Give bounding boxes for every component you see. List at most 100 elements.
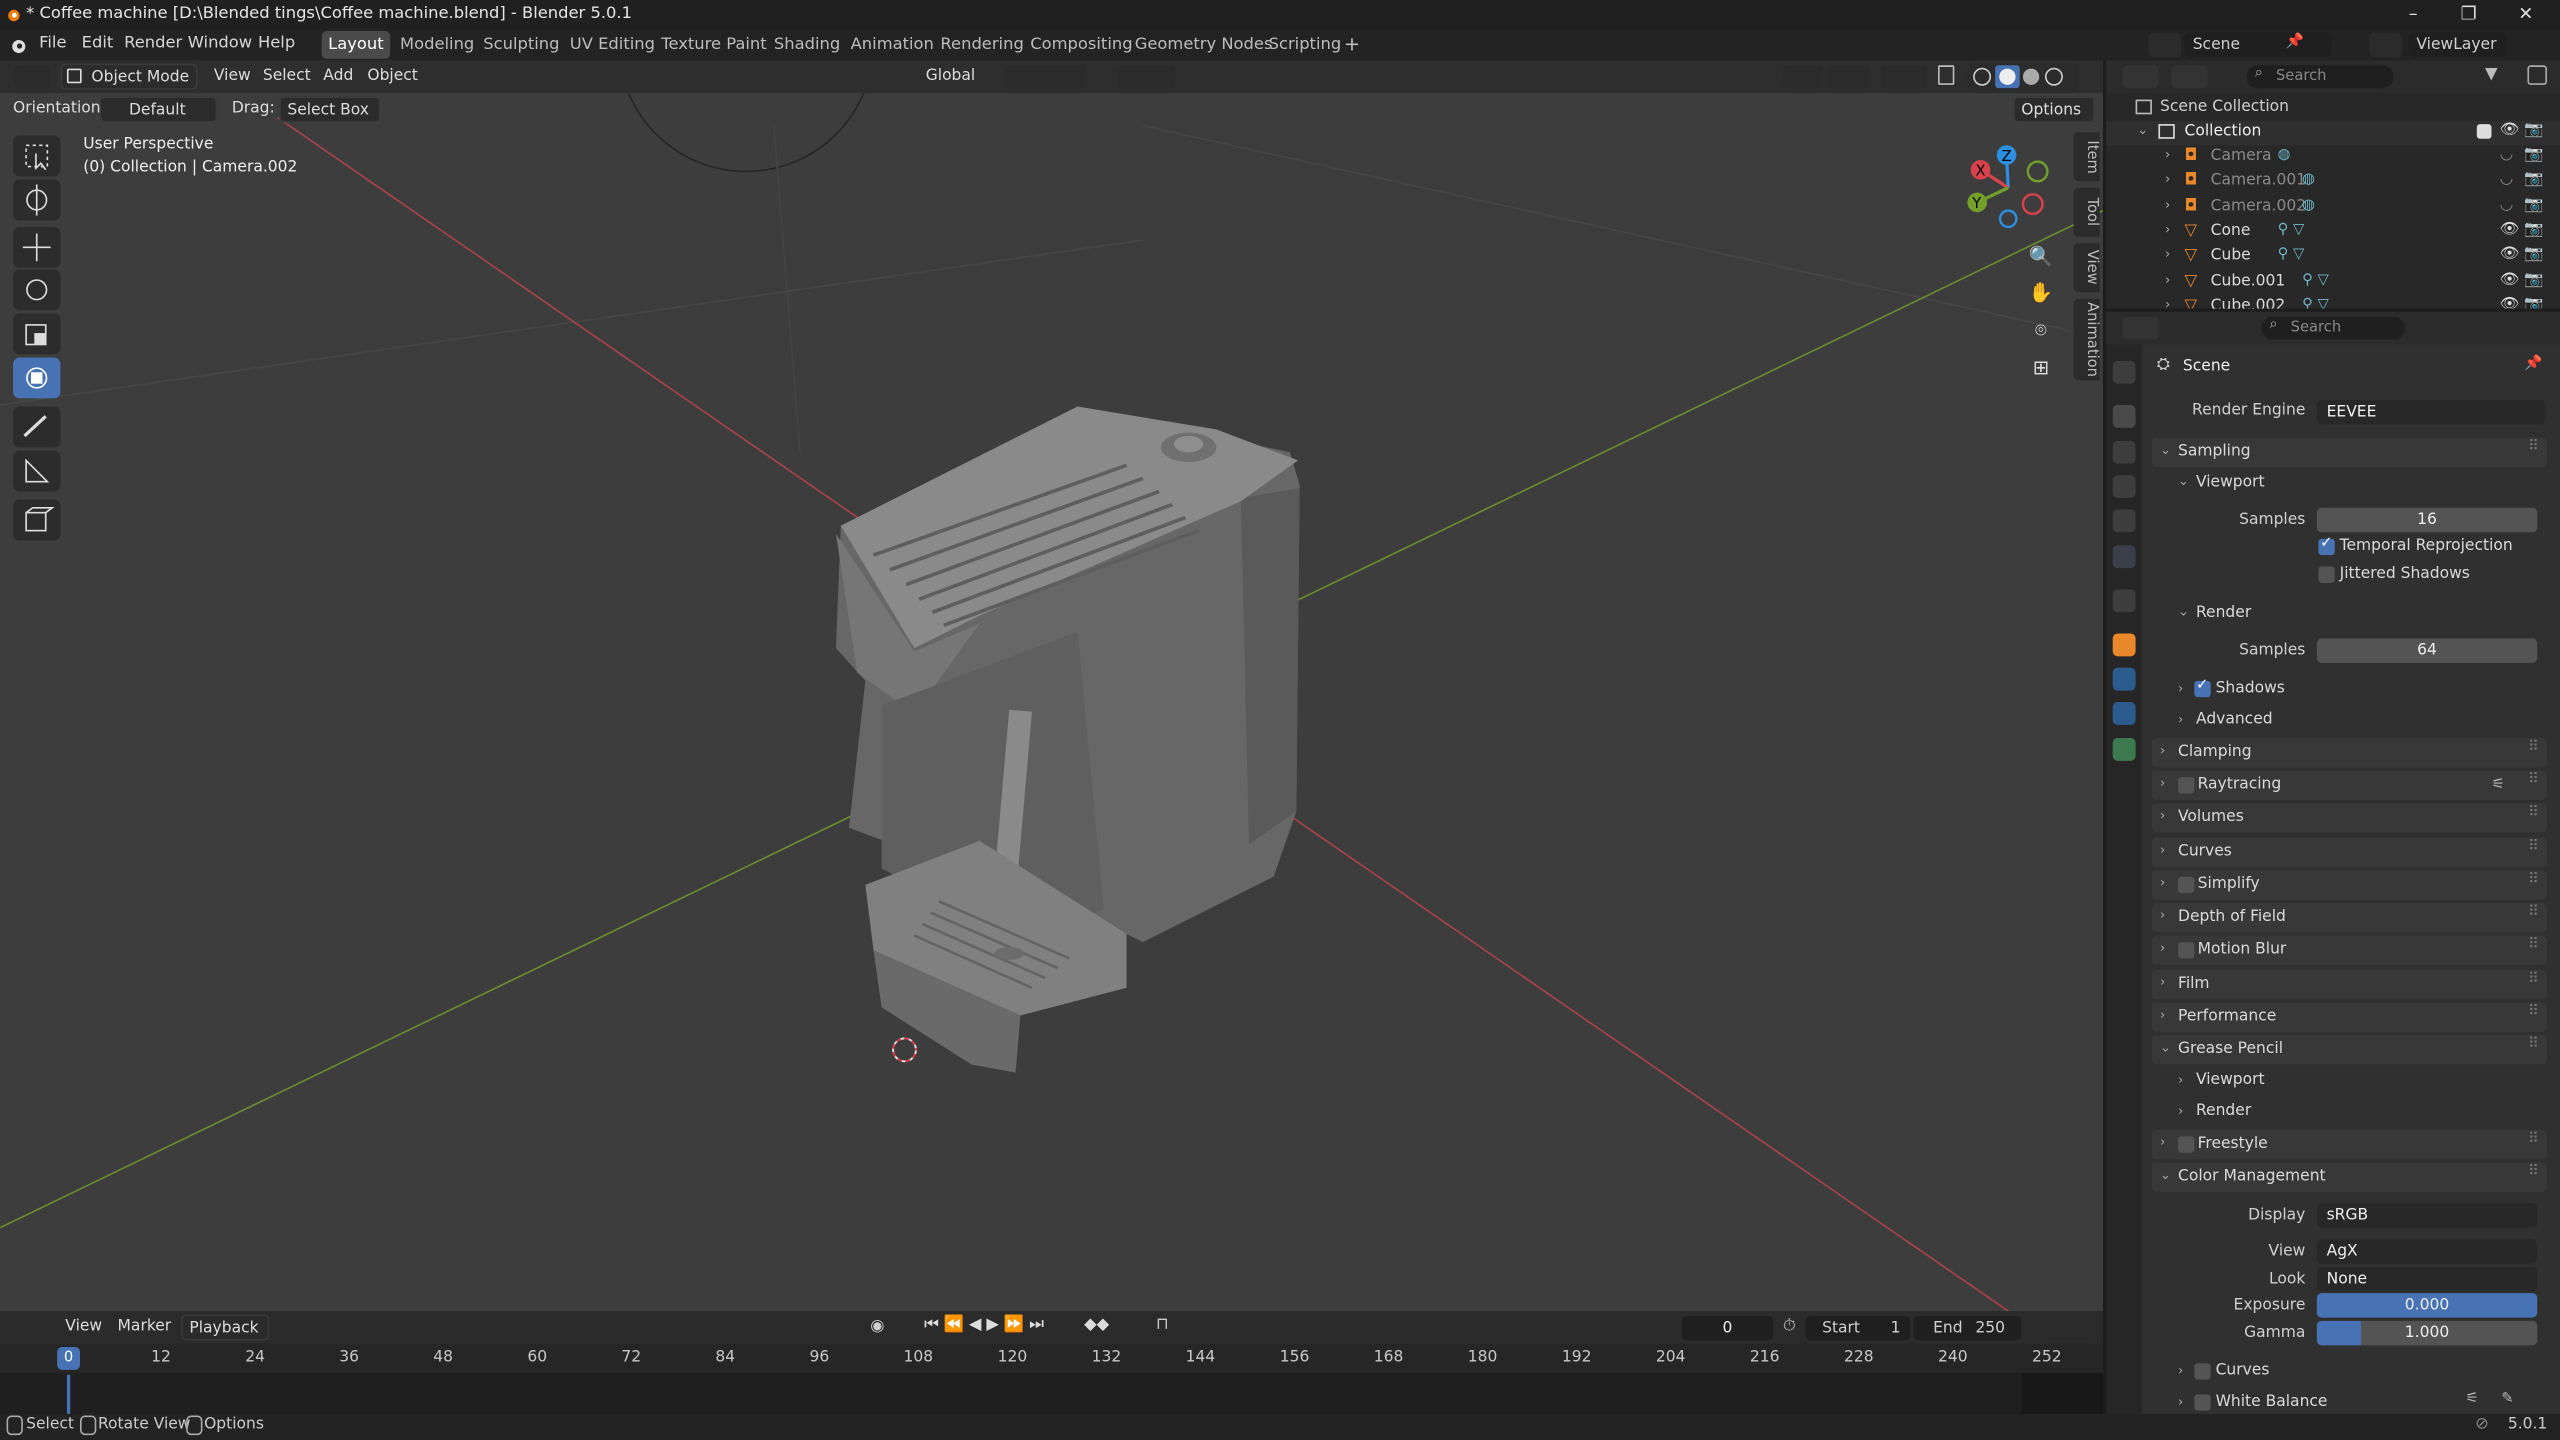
hidden-eye-icon[interactable]: ◡: [2500, 145, 2514, 163]
outliner-row-object[interactable]: › ◘ Camera.001 ◍ ◡ 📷: [2106, 170, 2560, 194]
gizmo-toggle-icon[interactable]: [1826, 65, 1870, 89]
panel-sampling[interactable]: ⌄ Sampling ⠿: [2151, 437, 2548, 467]
object-data-tab-icon[interactable]: [2112, 737, 2136, 761]
menu-window[interactable]: Window: [188, 34, 252, 52]
pivot-snap-icons[interactable]: [1004, 65, 1086, 89]
transform-tool[interactable]: [13, 357, 61, 399]
shadows-checkbox[interactable]: [2194, 678, 2211, 698]
orientation-dropdown[interactable]: Default: [99, 96, 218, 123]
menu-render[interactable]: Render: [124, 34, 182, 52]
hidden-eye-icon[interactable]: ◡: [2500, 170, 2514, 188]
chevron-right-icon[interactable]: ›: [2165, 197, 2170, 212]
outliner-row-object[interactable]: › ▽ Cube ⚲ ▽ 👁 📷: [2106, 245, 2560, 269]
viewport-samples-field[interactable]: 16: [2316, 507, 2538, 533]
tab-shading[interactable]: Shading: [767, 31, 846, 59]
visibility-eye-icon[interactable]: 👁: [2500, 270, 2520, 288]
npanel-tab-tool[interactable]: Tool: [2073, 187, 2100, 237]
annotate-tool[interactable]: [13, 406, 61, 448]
panel-clamping[interactable]: › Clamping ⠿: [2151, 737, 2548, 768]
drag-dropdown[interactable]: Select Box: [279, 96, 381, 123]
look-dropdown[interactable]: None: [2316, 1266, 2538, 1292]
outliner-row-object[interactable]: › ◘ Camera.002 ◍ ◡ 📷: [2106, 195, 2560, 219]
minimize-button[interactable]: –: [2389, 3, 2438, 26]
tab-scripting[interactable]: Scripting: [1262, 31, 1348, 59]
outliner-editor-type-icon[interactable]: [2122, 65, 2159, 89]
collection-include-checkbox[interactable]: [2476, 124, 2492, 139]
stopwatch-icon[interactable]: ⏱: [1783, 1318, 1796, 1336]
auto-key-icon[interactable]: ◉: [870, 1318, 909, 1339]
panel-depth-of-field[interactable]: › Depth of Field ⠿: [2151, 902, 2548, 933]
camera-data-icon[interactable]: ◍: [2302, 172, 2315, 188]
close-button[interactable]: ✕: [2501, 3, 2550, 26]
exposure-slider[interactable]: 0.000: [2316, 1293, 2538, 1318]
tab-compositing[interactable]: Compositing: [1024, 31, 1139, 59]
render-camera-icon[interactable]: 📷: [2524, 145, 2543, 163]
tab-uv-editing[interactable]: UV Editing: [563, 31, 661, 59]
add-cube-tool[interactable]: [13, 499, 61, 541]
menu-object[interactable]: Object: [367, 64, 418, 90]
editor-type-icon[interactable]: [14, 65, 51, 89]
cm-curves-checkbox[interactable]: [2194, 1363, 2211, 1380]
panel-simplify[interactable]: › Simplify ⠿: [2151, 870, 2548, 900]
modifier-mesh-icons[interactable]: ⚲ ▽: [2302, 272, 2329, 288]
timeline-track-area[interactable]: [0, 1373, 2103, 1414]
npanel-tab-animation[interactable]: Animation: [2073, 298, 2100, 381]
visibility-eye-icon[interactable]: 👁: [2500, 220, 2520, 238]
playback-controls[interactable]: ⏮⏪◀▶⏩⏭: [924, 1316, 1077, 1340]
panel-grease-pencil[interactable]: ⌄ Grease Pencil ⠿: [2151, 1035, 2548, 1065]
render-tab-icon[interactable]: [2112, 404, 2136, 428]
navigation-gizmo[interactable]: Z X Y: [1959, 142, 2057, 233]
chevron-right-icon[interactable]: ›: [2165, 272, 2170, 287]
scene-tab-icon[interactable]: [2112, 509, 2136, 533]
outliner-search-input[interactable]: Search: [2246, 65, 2394, 89]
outliner-row-object[interactable]: › ▽ Cube.001 ⚲ ▽ 👁 📷: [2106, 270, 2560, 294]
physics-tab-icon[interactable]: [2112, 702, 2136, 725]
outliner-row-object[interactable]: › ▽ Cone ⚲ ▽ 👁 📷: [2106, 220, 2560, 244]
npanel-tab-item[interactable]: Item: [2073, 132, 2100, 182]
viewlayer-browse-icon[interactable]: [2369, 32, 2402, 58]
render-camera-icon[interactable]: 📷: [2524, 220, 2543, 238]
view-layer-tab-icon[interactable]: [2112, 475, 2136, 498]
chevron-right-icon[interactable]: ›: [2178, 1073, 2183, 1088]
render-camera-icon[interactable]: 📷: [2524, 195, 2543, 213]
chevron-right-icon[interactable]: ›: [2165, 147, 2170, 162]
render-camera-icon[interactable]: 📷: [2524, 121, 2543, 139]
hidden-eye-icon[interactable]: ◡: [2500, 195, 2514, 213]
xray-icon[interactable]: [1938, 65, 1955, 85]
subpanel-white-balance[interactable]: White Balance: [2216, 1393, 2328, 1411]
panel-curves[interactable]: › Curves ⠿: [2151, 837, 2548, 867]
tab-modeling[interactable]: Modeling: [393, 31, 480, 59]
display-dropdown[interactable]: sRGB: [2316, 1203, 2538, 1228]
start-frame-field[interactable]: Start 1: [1805, 1315, 1911, 1341]
move-tool[interactable]: [13, 226, 61, 268]
menu-help[interactable]: Help: [258, 34, 295, 52]
scale-tool[interactable]: [13, 313, 61, 355]
orthographic-grid-icon[interactable]: ⊞: [2025, 351, 2058, 384]
output-tab-icon[interactable]: [2112, 440, 2136, 464]
chevron-down-icon[interactable]: ⌄: [2178, 473, 2189, 488]
white-balance-preset-icon[interactable]: ⚟: [2465, 1391, 2478, 1407]
subpanel-render[interactable]: Render: [2196, 604, 2251, 622]
blender-menu-icon[interactable]: [8, 36, 28, 56]
eyedropper-icon[interactable]: ✎: [2501, 1391, 2513, 1407]
jittered-shadows-checkbox[interactable]: [2318, 566, 2335, 583]
render-camera-icon[interactable]: 📷: [2524, 270, 2543, 288]
subpanel-gp-viewport[interactable]: Viewport: [2196, 1071, 2265, 1089]
playback-dropdown[interactable]: Playback: [181, 1314, 270, 1341]
subpanel-shadows[interactable]: Shadows: [2216, 679, 2285, 697]
subpanel-viewport[interactable]: Viewport: [2196, 473, 2265, 491]
tab-rendering[interactable]: Rendering: [934, 31, 1030, 59]
outliner-row-collection[interactable]: ⌄ Collection 👁 📷: [2106, 120, 2560, 146]
expand-chevron-icon[interactable]: ⌄: [2137, 122, 2148, 137]
proportional-edit-icon[interactable]: [1116, 65, 1176, 89]
npanel-tab-view[interactable]: View: [2073, 243, 2100, 293]
chevron-right-icon[interactable]: ›: [2165, 247, 2170, 262]
visibility-icon[interactable]: [1782, 65, 1823, 89]
scene-selector[interactable]: Scene: [2184, 32, 2332, 58]
rotate-tool[interactable]: [13, 269, 61, 311]
measure-tool[interactable]: [13, 450, 61, 492]
chevron-right-icon[interactable]: ›: [2178, 712, 2183, 727]
view-transform-dropdown[interactable]: AgX: [2316, 1239, 2538, 1264]
panel-raytracing[interactable]: › Raytracing ⠿: [2151, 770, 2548, 801]
tab-layout[interactable]: Layout: [321, 31, 391, 59]
